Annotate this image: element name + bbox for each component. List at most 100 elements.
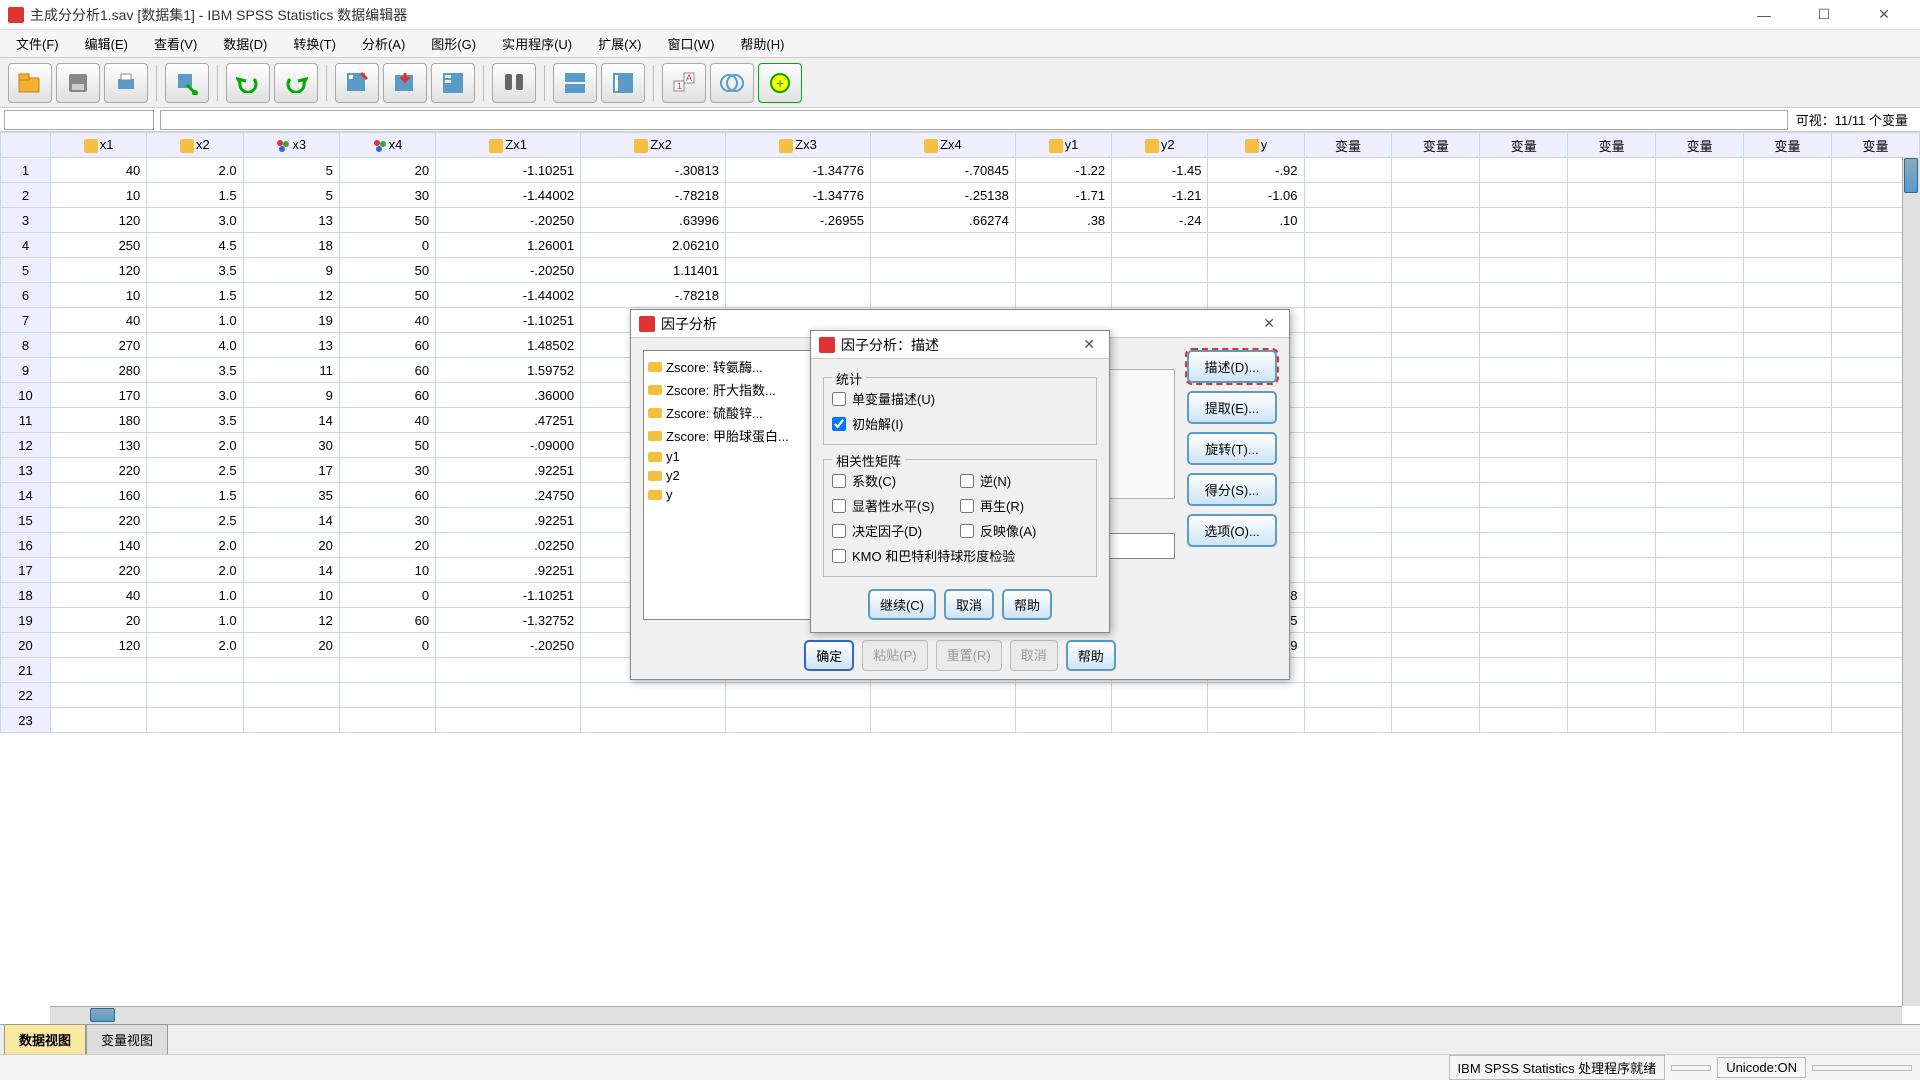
cell[interactable]	[1304, 608, 1392, 633]
cell[interactable]	[1744, 333, 1832, 358]
cell[interactable]	[1568, 683, 1656, 708]
cell[interactable]	[1568, 608, 1656, 633]
row-header[interactable]: 11	[1, 408, 51, 433]
row-header[interactable]: 15	[1, 508, 51, 533]
cell[interactable]: 10	[51, 283, 147, 308]
cell-value-box[interactable]	[160, 110, 1788, 130]
cell[interactable]: 40	[51, 583, 147, 608]
menu-查看(V)[interactable]: 查看(V)	[144, 31, 207, 56]
menu-窗口(W)[interactable]: 窗口(W)	[657, 31, 724, 56]
cell[interactable]	[1015, 233, 1111, 258]
cell[interactable]: .92251	[436, 458, 581, 483]
recall-dialog-button[interactable]	[165, 63, 209, 103]
cell[interactable]: -.78218	[581, 283, 726, 308]
col-header-x3[interactable]: x3	[243, 133, 339, 158]
cell[interactable]: 4.0	[147, 333, 243, 358]
cell[interactable]	[1304, 533, 1392, 558]
cell[interactable]: 17	[243, 458, 339, 483]
row-header[interactable]: 22	[1, 683, 51, 708]
cell[interactable]	[1480, 708, 1568, 733]
row-header[interactable]: 17	[1, 558, 51, 583]
cell[interactable]: .92251	[436, 558, 581, 583]
cell[interactable]	[1304, 558, 1392, 583]
tab-data-view[interactable]: 数据视图	[4, 1024, 86, 1054]
cell[interactable]	[1304, 233, 1392, 258]
inverse-check[interactable]: 逆(N)	[960, 468, 1088, 493]
row-header[interactable]: 18	[1, 583, 51, 608]
reset-button[interactable]: 重置(R)	[936, 640, 1002, 671]
cell[interactable]	[1568, 658, 1656, 683]
cell[interactable]: 1.26001	[436, 233, 581, 258]
cell[interactable]: 1.11401	[581, 258, 726, 283]
cell[interactable]	[147, 658, 243, 683]
cell[interactable]: 30	[339, 508, 435, 533]
cell[interactable]	[1656, 283, 1744, 308]
cell[interactable]: 0	[339, 633, 435, 658]
cell[interactable]: -1.44002	[436, 183, 581, 208]
cell[interactable]	[870, 283, 1015, 308]
cell[interactable]	[1568, 358, 1656, 383]
row-header[interactable]: 3	[1, 208, 51, 233]
cell[interactable]: 14	[243, 558, 339, 583]
cell[interactable]	[1744, 708, 1832, 733]
cell[interactable]	[726, 233, 871, 258]
cell[interactable]	[1480, 408, 1568, 433]
cell[interactable]: 50	[339, 433, 435, 458]
cell[interactable]: 2.0	[147, 633, 243, 658]
cell[interactable]: 60	[339, 333, 435, 358]
col-header-y1[interactable]: y1	[1015, 133, 1111, 158]
kmo-check[interactable]: KMO 和巴特利特球形度检验	[832, 543, 1088, 568]
cell[interactable]	[1392, 658, 1480, 683]
cell[interactable]	[1656, 633, 1744, 658]
cell[interactable]: 60	[339, 608, 435, 633]
cell[interactable]	[1656, 683, 1744, 708]
cell[interactable]: -1.45	[1112, 158, 1208, 183]
cell[interactable]	[1744, 358, 1832, 383]
cell[interactable]	[1744, 383, 1832, 408]
cell[interactable]	[1744, 208, 1832, 233]
cell[interactable]	[726, 683, 871, 708]
cell[interactable]: -1.21	[1112, 183, 1208, 208]
cell[interactable]	[1568, 208, 1656, 233]
cell[interactable]	[1568, 533, 1656, 558]
cell[interactable]	[726, 283, 871, 308]
cell[interactable]: -1.34776	[726, 183, 871, 208]
row-header[interactable]: 8	[1, 333, 51, 358]
continue-button[interactable]: 继续(C)	[868, 589, 936, 620]
cell[interactable]	[1568, 708, 1656, 733]
cell[interactable]	[1480, 658, 1568, 683]
cell[interactable]	[1568, 408, 1656, 433]
cell[interactable]: 120	[51, 258, 147, 283]
cell[interactable]	[581, 708, 726, 733]
cell[interactable]	[1392, 158, 1480, 183]
col-header-变量[interactable]: 变量	[1568, 133, 1656, 158]
cell[interactable]: 12	[243, 283, 339, 308]
print-button[interactable]	[104, 63, 148, 103]
cell[interactable]: 1.5	[147, 283, 243, 308]
cell[interactable]	[1304, 208, 1392, 233]
cell[interactable]: 11	[243, 358, 339, 383]
cell[interactable]	[581, 683, 726, 708]
cell[interactable]	[1304, 583, 1392, 608]
cell-ref-box[interactable]	[4, 110, 154, 130]
cell[interactable]	[1568, 458, 1656, 483]
cell[interactable]: 2.5	[147, 508, 243, 533]
cell[interactable]: 9	[243, 383, 339, 408]
cell[interactable]: 3.5	[147, 408, 243, 433]
cell[interactable]: .92251	[436, 508, 581, 533]
cell[interactable]: 3.0	[147, 208, 243, 233]
cell[interactable]: -.26955	[726, 208, 871, 233]
cell[interactable]	[1208, 233, 1304, 258]
cell[interactable]	[1392, 358, 1480, 383]
cell[interactable]	[1304, 458, 1392, 483]
cell[interactable]: -1.32752	[436, 608, 581, 633]
cell[interactable]	[1304, 358, 1392, 383]
row-header[interactable]: 10	[1, 383, 51, 408]
cell[interactable]: 130	[51, 433, 147, 458]
cell[interactable]	[1208, 283, 1304, 308]
cell[interactable]	[1480, 558, 1568, 583]
cell[interactable]	[1392, 258, 1480, 283]
cell[interactable]	[1568, 158, 1656, 183]
cell[interactable]	[1480, 283, 1568, 308]
cell[interactable]: -.70845	[870, 158, 1015, 183]
